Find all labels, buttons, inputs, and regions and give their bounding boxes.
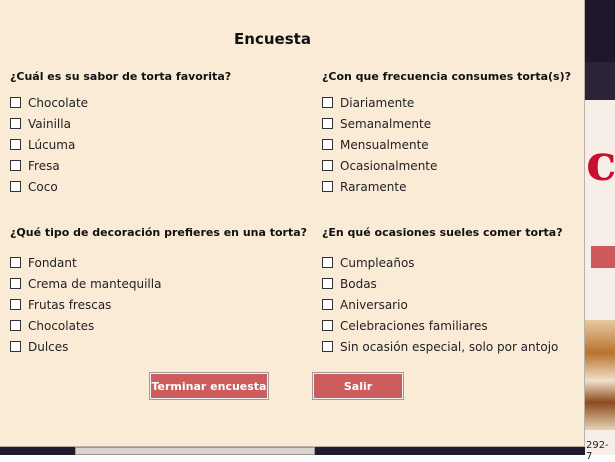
checkbox[interactable] bbox=[322, 139, 333, 150]
checkbox[interactable] bbox=[10, 97, 21, 108]
checkbox[interactable] bbox=[10, 181, 21, 192]
checkbox[interactable] bbox=[322, 299, 333, 310]
background-logo-fragment: ci bbox=[586, 133, 615, 192]
option-cumpleanos[interactable]: Cumpleaños bbox=[322, 252, 558, 273]
option-dulces[interactable]: Dulces bbox=[10, 336, 161, 357]
option-fresa[interactable]: Fresa bbox=[10, 155, 88, 176]
checkbox[interactable] bbox=[10, 257, 21, 268]
survey-dialog: Encuesta ¿Cuál es su sabor de torta favo… bbox=[0, 0, 585, 447]
checkbox[interactable] bbox=[322, 160, 333, 171]
option-label: Chocolates bbox=[28, 318, 95, 333]
option-coco[interactable]: Coco bbox=[10, 176, 88, 197]
option-label: Aniversario bbox=[340, 297, 408, 312]
frequency-options: Diariamente Semanalmente Mensualmente Oc… bbox=[322, 92, 437, 197]
option-label: Celebraciones familiares bbox=[340, 318, 488, 333]
option-raramente[interactable]: Raramente bbox=[322, 176, 437, 197]
option-label: Semanalmente bbox=[340, 116, 432, 131]
background-card bbox=[75, 447, 315, 455]
background-navbar bbox=[585, 62, 615, 100]
option-sin-ocasion-especial[interactable]: Sin ocasión especial, solo por antojo bbox=[322, 336, 558, 357]
checkbox[interactable] bbox=[322, 278, 333, 289]
checkbox[interactable] bbox=[10, 160, 21, 171]
option-label: Chocolate bbox=[28, 95, 89, 110]
option-label: Dulces bbox=[28, 339, 69, 354]
option-chocolates[interactable]: Chocolates bbox=[10, 315, 161, 336]
option-label: Cumpleaños bbox=[340, 255, 415, 270]
option-label: Frutas frescas bbox=[28, 297, 112, 312]
option-aniversario[interactable]: Aniversario bbox=[322, 294, 558, 315]
checkbox[interactable] bbox=[322, 181, 333, 192]
checkbox[interactable] bbox=[10, 118, 21, 129]
option-semanalmente[interactable]: Semanalmente bbox=[322, 113, 437, 134]
background-phone-text: 292-7 bbox=[586, 440, 609, 462]
option-label: Mensualmente bbox=[340, 137, 429, 152]
option-ocasionalmente[interactable]: Ocasionalmente bbox=[322, 155, 437, 176]
checkbox[interactable] bbox=[322, 341, 333, 352]
checkbox[interactable] bbox=[322, 320, 333, 331]
question-occasion: ¿En qué ocasiones sueles comer torta? bbox=[322, 226, 563, 239]
background-cake-photo bbox=[585, 320, 615, 430]
option-label: Fresa bbox=[28, 158, 60, 173]
exit-button[interactable]: Salir bbox=[312, 372, 404, 400]
background-red-bar bbox=[591, 246, 615, 268]
checkbox[interactable] bbox=[322, 257, 333, 268]
checkbox[interactable] bbox=[10, 341, 21, 352]
checkbox[interactable] bbox=[322, 118, 333, 129]
option-label: Diariamente bbox=[340, 95, 415, 110]
checkbox[interactable] bbox=[322, 97, 333, 108]
dialog-title: Encuesta bbox=[234, 30, 311, 48]
decoration-options: Fondant Crema de mantequilla Frutas fres… bbox=[10, 252, 161, 357]
question-decoration: ¿Qué tipo de decoración prefieres en una… bbox=[10, 226, 308, 239]
option-bodas[interactable]: Bodas bbox=[322, 273, 558, 294]
option-celebraciones-familiares[interactable]: Celebraciones familiares bbox=[322, 315, 558, 336]
option-mensualmente[interactable]: Mensualmente bbox=[322, 134, 437, 155]
occasion-options: Cumpleaños Bodas Aniversario Celebracion… bbox=[322, 252, 558, 357]
finish-survey-button[interactable]: Terminar encuesta bbox=[149, 372, 269, 400]
option-label: Bodas bbox=[340, 276, 377, 291]
option-crema-de-mantequilla[interactable]: Crema de mantequilla bbox=[10, 273, 161, 294]
option-label: Crema de mantequilla bbox=[28, 276, 162, 291]
option-label: Fondant bbox=[28, 255, 77, 270]
option-label: Ocasionalmente bbox=[340, 158, 438, 173]
option-label: Vainilla bbox=[28, 116, 71, 131]
option-label: Lúcuma bbox=[28, 137, 76, 152]
checkbox[interactable] bbox=[10, 299, 21, 310]
option-diariamente[interactable]: Diariamente bbox=[322, 92, 437, 113]
option-chocolate[interactable]: Chocolate bbox=[10, 92, 88, 113]
question-flavor: ¿Cuál es su sabor de torta favorita? bbox=[10, 70, 232, 83]
background-topbar bbox=[585, 0, 615, 62]
question-frequency: ¿Con que frecuencia consumes torta(s)? bbox=[322, 70, 572, 83]
option-label: Sin ocasión especial, solo por antojo bbox=[340, 339, 559, 354]
background-bottom-bar bbox=[0, 447, 585, 455]
checkbox[interactable] bbox=[10, 320, 21, 331]
option-label: Coco bbox=[28, 179, 58, 194]
flavor-options: Chocolate Vainilla Lúcuma Fresa Coco bbox=[10, 92, 88, 197]
option-vainilla[interactable]: Vainilla bbox=[10, 113, 88, 134]
checkbox[interactable] bbox=[10, 278, 21, 289]
option-fondant[interactable]: Fondant bbox=[10, 252, 161, 273]
checkbox[interactable] bbox=[10, 139, 21, 150]
option-lucuma[interactable]: Lúcuma bbox=[10, 134, 88, 155]
option-frutas-frescas[interactable]: Frutas frescas bbox=[10, 294, 161, 315]
option-label: Raramente bbox=[340, 179, 407, 194]
